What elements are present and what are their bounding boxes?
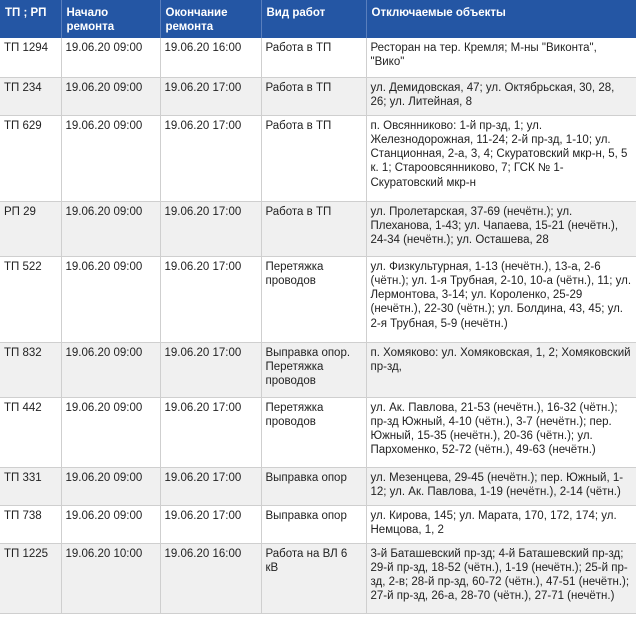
cell-end: 19.06.20 17:00 [160, 256, 262, 343]
cell-work: Выправка опор. Перетяжка проводов [261, 342, 367, 398]
table-row: ТП 629 19.06.20 09:00 19.06.20 17:00 Раб… [0, 115, 636, 202]
cell-end: 19.06.20 17:00 [160, 505, 262, 544]
cell-end: 19.06.20 17:00 [160, 467, 262, 506]
cell-objects: п. Хомяково: ул. Хомяковская, 1, 2; Хомя… [366, 342, 636, 398]
cell-tp: ТП 1294 [0, 38, 62, 78]
cell-tp: ТП 331 [0, 467, 62, 506]
table-header: ТП ; РП Начало ремонта Окончание ремонта… [0, 0, 636, 38]
cell-start: 19.06.20 09:00 [61, 77, 161, 116]
cell-start: 19.06.20 09:00 [61, 397, 161, 468]
cell-work: Работа в ТП [261, 201, 367, 257]
cell-tp: ТП 234 [0, 77, 62, 116]
cell-work: Выправка опор [261, 467, 367, 506]
cell-tp: ТП 629 [0, 115, 62, 202]
cell-end: 19.06.20 17:00 [160, 397, 262, 468]
cell-tp: ТП 832 [0, 342, 62, 398]
table-row: ТП 738 19.06.20 09:00 19.06.20 17:00 Вып… [0, 505, 636, 544]
cell-end: 19.06.20 17:00 [160, 77, 262, 116]
cell-work: Работа на ВЛ 6 кВ [261, 543, 367, 614]
cell-work: Перетяжка проводов [261, 397, 367, 468]
table-body: ТП 1294 19.06.20 09:00 19.06.20 16:00 Ра… [0, 38, 636, 614]
cell-tp: ТП 738 [0, 505, 62, 544]
cell-end: 19.06.20 17:00 [160, 201, 262, 257]
cell-objects: 3-й Баташевский пр-зд; 4-й Баташевский п… [366, 543, 636, 614]
header-tp-rp: ТП ; РП [0, 0, 62, 38]
cell-start: 19.06.20 09:00 [61, 505, 161, 544]
table-row: ТП 331 19.06.20 09:00 19.06.20 17:00 Вып… [0, 467, 636, 506]
cell-objects: ул. Ак. Павлова, 21-53 (нечётн.), 16-32 … [366, 397, 636, 468]
cell-tp: ТП 442 [0, 397, 62, 468]
cell-objects: ул. Пролетарская, 37-69 (нечётн.); ул. П… [366, 201, 636, 257]
cell-start: 19.06.20 09:00 [61, 256, 161, 343]
cell-objects: ул. Демидовская, 47; ул. Октябрьская, 30… [366, 77, 636, 116]
table-row: ТП 832 19.06.20 09:00 19.06.20 17:00 Вып… [0, 342, 636, 398]
cell-start: 19.06.20 09:00 [61, 342, 161, 398]
cell-work: Работа в ТП [261, 115, 367, 202]
table-row: ТП 442 19.06.20 09:00 19.06.20 17:00 Пер… [0, 397, 636, 468]
header-objects: Отключаемые объекты [366, 0, 636, 38]
outage-schedule-table: ТП ; РП Начало ремонта Окончание ремонта… [0, 0, 636, 614]
header-start: Начало ремонта [61, 0, 161, 38]
cell-start: 19.06.20 09:00 [61, 115, 161, 202]
cell-objects: Ресторан на тер. Кремля; М-ны "Виконта",… [366, 38, 636, 78]
cell-work: Выправка опор [261, 505, 367, 544]
header-row: ТП ; РП Начало ремонта Окончание ремонта… [0, 0, 636, 38]
cell-work: Работа в ТП [261, 38, 367, 78]
cell-work: Работа в ТП [261, 77, 367, 116]
cell-objects: п. Овсянниково: 1-й пр-зд, 1; ул. Железн… [366, 115, 636, 202]
cell-start: 19.06.20 10:00 [61, 543, 161, 614]
table-row: ТП 234 19.06.20 09:00 19.06.20 17:00 Раб… [0, 77, 636, 116]
table-row: РП 29 19.06.20 09:00 19.06.20 17:00 Рабо… [0, 201, 636, 257]
cell-end: 19.06.20 17:00 [160, 115, 262, 202]
cell-tp: РП 29 [0, 201, 62, 257]
cell-tp: ТП 522 [0, 256, 62, 343]
cell-objects: ул. Физкультурная, 1-13 (нечётн.), 13-а,… [366, 256, 636, 343]
cell-end: 19.06.20 16:00 [160, 543, 262, 614]
table-row: ТП 522 19.06.20 09:00 19.06.20 17:00 Пер… [0, 256, 636, 343]
cell-objects: ул. Кирова, 145; ул. Марата, 170, 172, 1… [366, 505, 636, 544]
cell-start: 19.06.20 09:00 [61, 201, 161, 257]
header-end: Окончание ремонта [160, 0, 262, 38]
header-work-type: Вид работ [261, 0, 367, 38]
cell-start: 19.06.20 09:00 [61, 38, 161, 78]
cell-end: 19.06.20 17:00 [160, 342, 262, 398]
cell-objects: ул. Мезенцева, 29-45 (нечётн.); пер. Южн… [366, 467, 636, 506]
table-row: ТП 1294 19.06.20 09:00 19.06.20 16:00 Ра… [0, 38, 636, 78]
cell-tp: ТП 1225 [0, 543, 62, 614]
cell-work: Перетяжка проводов [261, 256, 367, 343]
cell-start: 19.06.20 09:00 [61, 467, 161, 506]
table-row: ТП 1225 19.06.20 10:00 19.06.20 16:00 Ра… [0, 543, 636, 614]
cell-end: 19.06.20 16:00 [160, 38, 262, 78]
